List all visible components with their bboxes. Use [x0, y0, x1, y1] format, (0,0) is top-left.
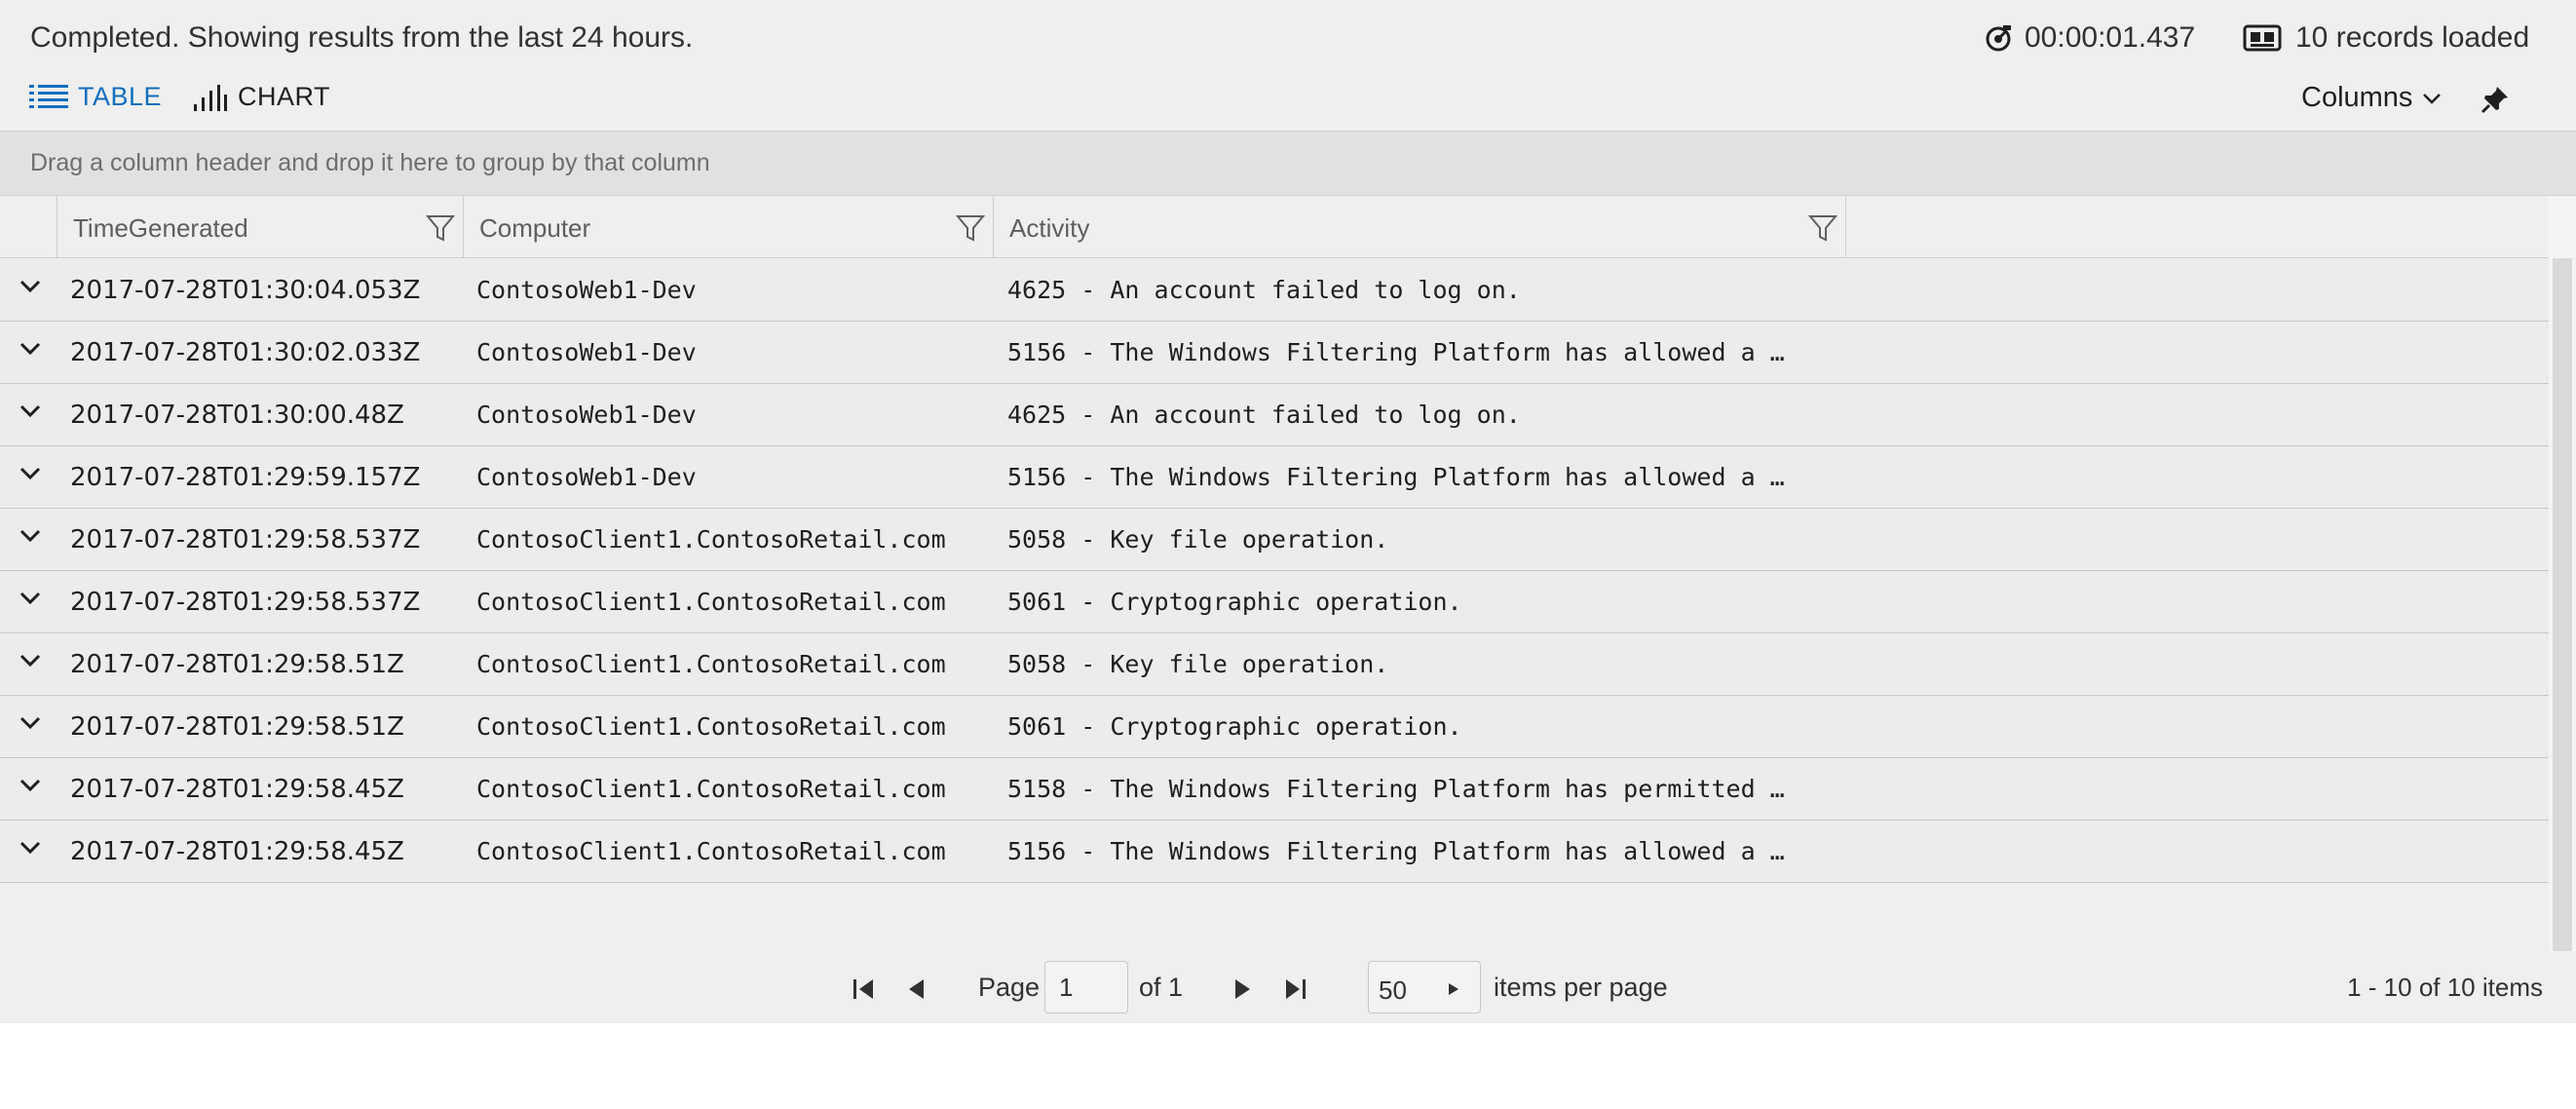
- chevron-down-icon[interactable]: [19, 653, 41, 669]
- elapsed-time: 00:00:01.437: [1984, 21, 2195, 55]
- records-icon: [2243, 24, 2282, 52]
- prev-page-icon[interactable]: [904, 976, 928, 1002]
- cell-time-generated: 2017-07-28T01:29:58.45Z: [70, 837, 404, 866]
- records-value: 10 records loaded: [2295, 21, 2530, 54]
- cell-activity: 5058 - Key file operation.: [1007, 525, 1389, 554]
- table-icon: [29, 84, 68, 108]
- cell-time-generated: 2017-07-28T01:30:00.48Z: [70, 401, 404, 430]
- cell-computer: ContosoWeb1-Dev: [476, 401, 697, 429]
- cell-activity: 5156 - The Windows Filtering Platform ha…: [1007, 338, 1785, 366]
- chevron-down-icon[interactable]: [19, 528, 41, 544]
- items-per-page-select[interactable]: 50: [1368, 961, 1481, 1013]
- tab-chart-label: CHART: [238, 82, 331, 111]
- chevron-down-icon[interactable]: [19, 403, 41, 419]
- pin-button[interactable]: [2481, 85, 2510, 119]
- cell-computer: ContosoClient1.ContosoRetail.com: [476, 588, 946, 616]
- grid-body: 2017-07-28T01:30:04.053Z ContosoWeb1-Dev…: [0, 259, 2549, 883]
- cell-activity: 5061 - Cryptographic operation.: [1007, 588, 1462, 616]
- cell-computer: ContosoClient1.ContosoRetail.com: [476, 837, 946, 865]
- caret-right-icon: [1449, 983, 1458, 995]
- group-hint: Drag a column header and drop it here to…: [30, 149, 710, 176]
- page-number-input[interactable]: [1044, 961, 1128, 1013]
- chevron-down-icon[interactable]: [19, 715, 41, 731]
- column-header-label: Computer: [479, 213, 591, 243]
- page-label: Page: [978, 973, 1041, 1002]
- column-header-label: Activity: [1009, 213, 1090, 243]
- cell-time-generated: 2017-07-28T01:29:58.51Z: [70, 712, 404, 742]
- items-per-page-label: items per page: [1494, 973, 1668, 1002]
- chevron-down-icon[interactable]: [19, 466, 41, 481]
- table-row[interactable]: 2017-07-28T01:29:58.45Z ContosoClient1.C…: [0, 758, 2549, 821]
- chevron-down-icon[interactable]: [19, 778, 41, 793]
- cell-time-generated: 2017-07-28T01:30:02.033Z: [70, 338, 421, 367]
- cell-computer: ContosoClient1.ContosoRetail.com: [476, 712, 946, 741]
- last-page-icon[interactable]: [1282, 976, 1307, 1002]
- vertical-scrollbar[interactable]: [2549, 196, 2576, 951]
- cell-activity: 5156 - The Windows Filtering Platform ha…: [1007, 463, 1785, 491]
- filter-icon[interactable]: [426, 213, 455, 243]
- chevron-down-icon[interactable]: [19, 279, 41, 294]
- tab-table[interactable]: TABLE: [29, 82, 162, 112]
- cell-time-generated: 2017-07-28T01:29:58.537Z: [70, 525, 421, 554]
- columns-button[interactable]: Columns: [2301, 82, 2442, 114]
- table-row[interactable]: 2017-07-28T01:29:58.51Z ContosoClient1.C…: [0, 696, 2549, 758]
- chevron-down-icon: [2423, 93, 2442, 104]
- cell-computer: ContosoClient1.ContosoRetail.com: [476, 525, 946, 554]
- table-row[interactable]: 2017-07-28T01:30:02.033Z ContosoWeb1-Dev…: [0, 322, 2549, 384]
- grid-header: TimeGenerated Computer Activity: [0, 196, 2549, 258]
- cell-computer: ContosoClient1.ContosoRetail.com: [476, 650, 946, 678]
- columns-label: Columns: [2301, 82, 2413, 113]
- cell-activity: 4625 - An account failed to log on.: [1007, 401, 1521, 429]
- cell-activity: 5158 - The Windows Filtering Platform ha…: [1007, 775, 1785, 803]
- scrollbar-thumb[interactable]: [2553, 258, 2572, 951]
- table-row[interactable]: 2017-07-28T01:29:58.537Z ContosoClient1.…: [0, 571, 2549, 633]
- cell-time-generated: 2017-07-28T01:29:59.157Z: [70, 463, 421, 492]
- pin-icon: [2481, 87, 2508, 114]
- cell-time-generated: 2017-07-28T01:29:58.45Z: [70, 775, 404, 804]
- table-row[interactable]: 2017-07-28T01:29:58.51Z ContosoClient1.C…: [0, 633, 2549, 696]
- expand-column-header: [0, 196, 57, 258]
- column-header-activity[interactable]: Activity: [993, 196, 1846, 258]
- cell-time-generated: 2017-07-28T01:30:04.053Z: [70, 276, 421, 305]
- chart-icon: [194, 84, 227, 111]
- timer-icon: [1986, 25, 2011, 52]
- items-summary: 1 - 10 of 10 items: [2347, 973, 2543, 1002]
- cell-activity: 5058 - Key file operation.: [1007, 650, 1389, 678]
- column-header-timegenerated[interactable]: TimeGenerated: [57, 196, 463, 258]
- records-count: 10 records loaded: [2243, 21, 2529, 55]
- pager: Page of 1 50 items per page 1 - 10 of 10…: [0, 951, 2576, 1023]
- page-count-label: of 1: [1139, 973, 1184, 1002]
- cell-activity: 4625 - An account failed to log on.: [1007, 276, 1521, 304]
- cell-computer: ContosoWeb1-Dev: [476, 276, 697, 304]
- cell-computer: ContosoWeb1-Dev: [476, 338, 697, 366]
- column-header-computer[interactable]: Computer: [463, 196, 993, 258]
- cell-computer: ContosoClient1.ContosoRetail.com: [476, 775, 946, 803]
- chevron-down-icon[interactable]: [19, 840, 41, 856]
- table-row[interactable]: 2017-07-28T01:30:04.053Z ContosoWeb1-Dev…: [0, 259, 2549, 322]
- chevron-down-icon[interactable]: [19, 591, 41, 606]
- items-per-page-value: 50: [1379, 975, 1407, 1005]
- next-page-icon[interactable]: [1231, 976, 1255, 1002]
- cell-time-generated: 2017-07-28T01:29:58.51Z: [70, 650, 404, 679]
- table-row[interactable]: 2017-07-28T01:29:59.157Z ContosoWeb1-Dev…: [0, 446, 2549, 509]
- group-drop-zone[interactable]: Drag a column header and drop it here to…: [0, 131, 2576, 196]
- column-header-label: TimeGenerated: [73, 213, 248, 243]
- cell-activity: 5061 - Cryptographic operation.: [1007, 712, 1462, 741]
- table-row[interactable]: 2017-07-28T01:30:00.48Z ContosoWeb1-Dev …: [0, 384, 2549, 446]
- filter-icon[interactable]: [956, 213, 985, 243]
- cell-activity: 5156 - The Windows Filtering Platform ha…: [1007, 837, 1785, 865]
- table-row[interactable]: 2017-07-28T01:29:58.537Z ContosoClient1.…: [0, 509, 2549, 571]
- cell-computer: ContosoWeb1-Dev: [476, 463, 697, 491]
- status-message: Completed. Showing results from the last…: [30, 21, 694, 54]
- table-row[interactable]: 2017-07-28T01:29:58.45Z ContosoClient1.C…: [0, 821, 2549, 883]
- tab-chart[interactable]: CHART: [193, 82, 330, 112]
- filter-icon[interactable]: [1808, 213, 1837, 243]
- chevron-down-icon[interactable]: [19, 341, 41, 357]
- cell-time-generated: 2017-07-28T01:29:58.537Z: [70, 588, 421, 617]
- elapsed-value: 00:00:01.437: [2025, 21, 2196, 54]
- tab-table-label: TABLE: [78, 82, 163, 111]
- first-page-icon[interactable]: [852, 976, 877, 1002]
